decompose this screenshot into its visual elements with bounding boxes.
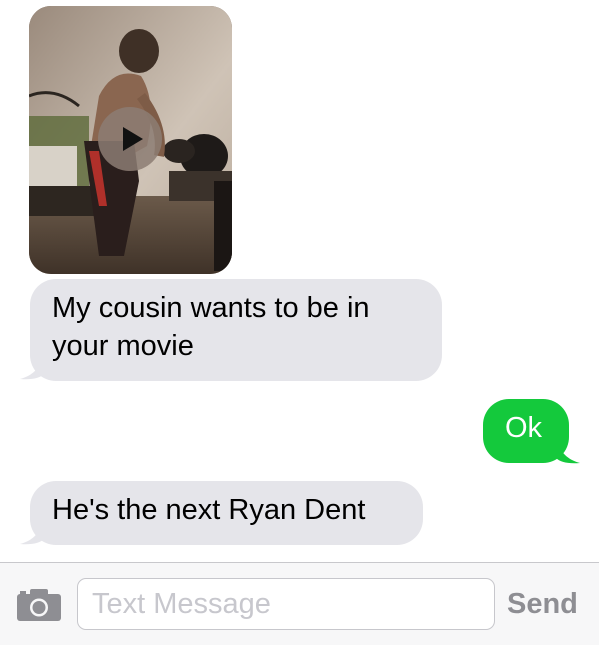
message-bubble-incoming[interactable]: My cousin wants to be in your movie — [30, 279, 442, 381]
camera-icon[interactable] — [16, 588, 62, 622]
message-bubble-incoming[interactable]: He's the next Ryan Dent — [30, 481, 423, 545]
message-thread: My cousin wants to be in your movie Ok H… — [0, 0, 599, 562]
message-input[interactable] — [77, 578, 495, 630]
compose-bar: Send — [0, 562, 599, 645]
send-button[interactable]: Send — [507, 585, 578, 623]
message-bubble-outgoing[interactable]: Ok — [483, 399, 569, 463]
play-button[interactable] — [98, 107, 162, 171]
play-icon — [123, 127, 143, 151]
video-message[interactable] — [29, 6, 232, 274]
